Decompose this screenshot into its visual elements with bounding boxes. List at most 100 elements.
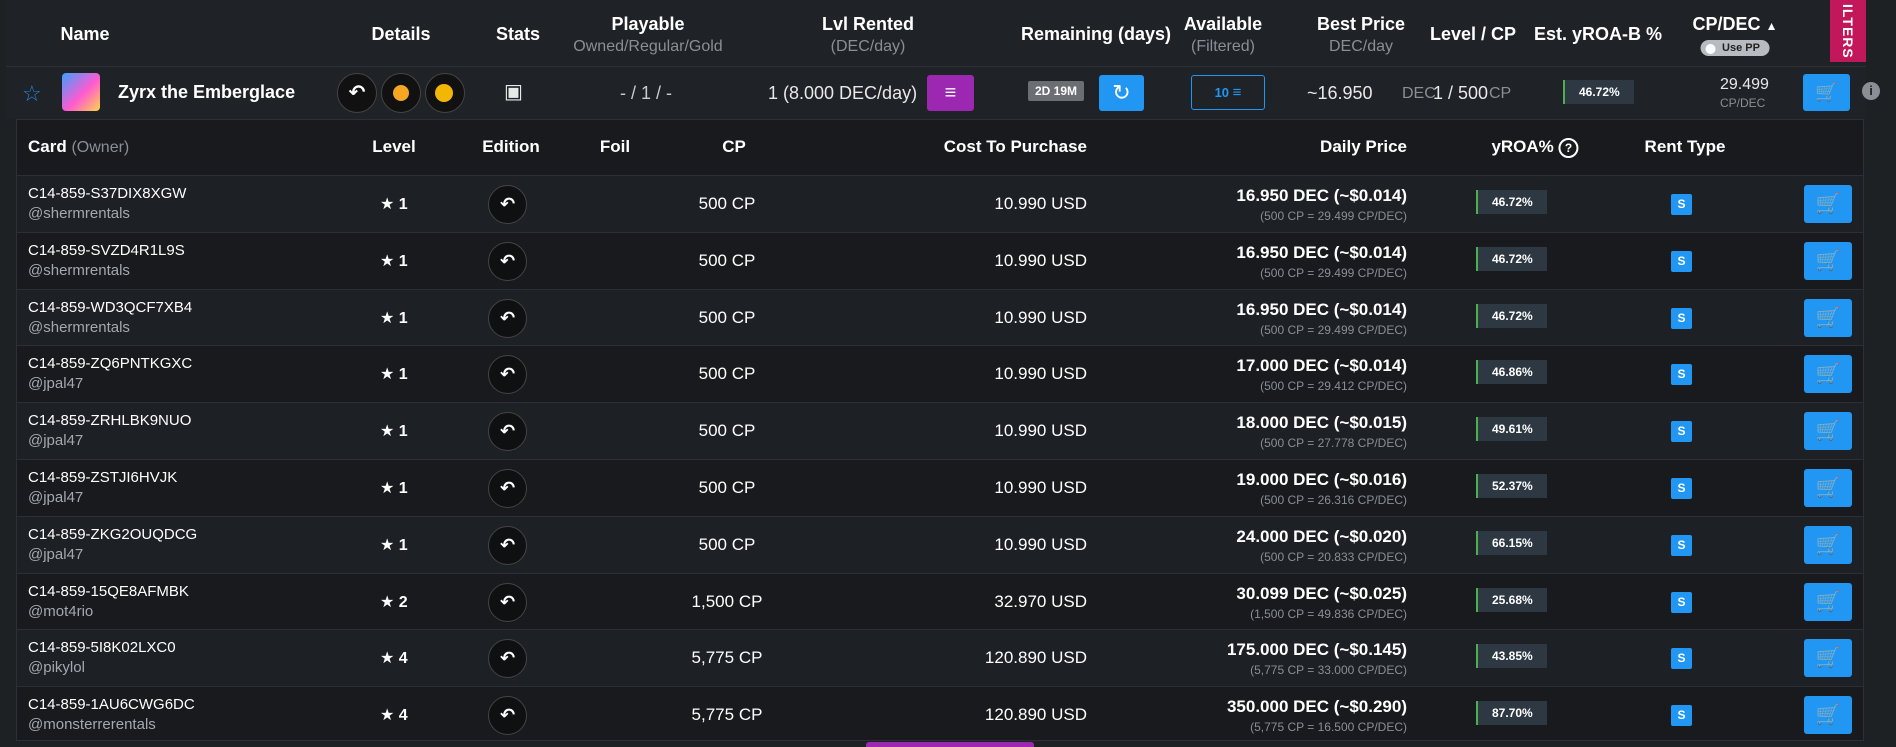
owner-name[interactable]: @jpal47: [28, 489, 83, 506]
table-row[interactable]: C14-859-S37DIX8XGW @shermrentals ★ 1 ↶ 500 C…: [17, 175, 1863, 232]
cart-icon[interactable]: 🛒: [1804, 241, 1852, 280]
card-uid[interactable]: C14-859-WD3QCF7XB4: [28, 299, 192, 316]
best-price-value: ~16.950: [1307, 83, 1373, 103]
table-row[interactable]: C14-859-15QE8AFMBK @mot4rio ★ 2 ↶ 1,500 CP 32…: [17, 572, 1863, 630]
card-uid[interactable]: C14-859-5I8K02LXC0: [28, 639, 176, 656]
owner-name[interactable]: @shermrentals: [28, 262, 130, 279]
level-star-icon: ★: [380, 196, 395, 213]
card-uid[interactable]: C14-859-ZSTJI6HVJK: [28, 469, 177, 486]
header-name[interactable]: Name: [60, 24, 109, 45]
th-yroa[interactable]: yROA% ?: [1491, 137, 1579, 158]
cart-icon[interactable]: 🛒: [1804, 412, 1852, 451]
daily-price: 350.000 DEC (~$0.290): [1226, 697, 1407, 717]
card-uid[interactable]: C14-859-15QE8AFMBK: [28, 583, 189, 600]
edition-icon: ↶: [488, 639, 527, 679]
th-daily-price[interactable]: Daily Price: [1320, 137, 1407, 157]
header-est-yroa[interactable]: Est. yROA-B %: [1534, 24, 1662, 45]
yroa-badge: 43.85%: [1476, 644, 1547, 669]
th-edition[interactable]: Edition: [482, 137, 540, 157]
level-star-icon: ★: [380, 536, 395, 554]
cart-icon[interactable]: 🛒: [1804, 469, 1852, 507]
card-uid[interactable]: C14-859-ZQ6PNTKGXC: [28, 355, 192, 372]
cost-value: 10.990 USD: [994, 307, 1087, 327]
card-uid[interactable]: C14-859-S37DIX8XGW: [28, 185, 186, 202]
use-pp-toggle[interactable]: Use PP: [1700, 40, 1770, 56]
header-available[interactable]: Available (Filtered): [1184, 14, 1262, 56]
refresh-icon[interactable]: ↻: [1099, 75, 1144, 111]
owner-name[interactable]: @mot4rio: [28, 603, 93, 620]
daily-price-detail: (500 CP = 29.499 CP/DEC): [1260, 322, 1407, 337]
th-rent-type[interactable]: Rent Type: [1645, 137, 1726, 157]
header-best-price-sub: DEC/day: [1328, 38, 1394, 55]
yroa-badge: 52.37%: [1476, 474, 1547, 498]
layers-stack-icon[interactable]: ≡: [927, 75, 974, 111]
header-available-sub: (Filtered): [1190, 38, 1255, 55]
card-uid[interactable]: C14-859-ZRHLBK9NUO: [28, 412, 191, 429]
foil-icon[interactable]: [381, 73, 421, 113]
header-cp-dec[interactable]: CP/DEC ▲ Use PP: [1693, 14, 1777, 56]
pagination-tab[interactable]: [866, 742, 1034, 747]
table-row[interactable]: C14-859-1AU6CWG6DC @monsterrerentals ★ 4 ↶ 5…: [17, 686, 1863, 743]
cart-icon[interactable]: 🛒: [1804, 582, 1852, 621]
level-cell: ★ 1: [380, 308, 408, 328]
cart-icon[interactable]: 🛒: [1804, 355, 1852, 394]
edition-icon: ↶: [488, 582, 527, 622]
available-button[interactable]: 10 ≡: [1191, 75, 1265, 110]
th-foil[interactable]: Foil: [600, 137, 630, 157]
card-image[interactable]: [62, 73, 100, 111]
cart-icon[interactable]: 🛒: [1804, 525, 1852, 564]
filters-tab[interactable]: ILTERS: [1830, 0, 1866, 62]
header-level-cp[interactable]: Level / CP: [1430, 24, 1516, 45]
cart-icon[interactable]: 🛒: [1804, 298, 1852, 337]
header-playable[interactable]: Playable Owned/Regular/Gold: [573, 14, 722, 56]
level-value: 2: [398, 593, 408, 611]
owner-name[interactable]: @monsterrerentals: [28, 716, 156, 733]
edition-icon: ↶: [488, 412, 527, 452]
table-row[interactable]: C14-859-ZRHLBK9NUO @jpal47 ★ 1 ↶ 500 CP 10.99…: [17, 402, 1863, 460]
level-value: 1: [398, 423, 408, 441]
owner-name[interactable]: @shermrentals: [28, 319, 130, 336]
cart-icon[interactable]: 🛒: [1804, 185, 1852, 223]
table-row[interactable]: C14-859-ZQ6PNTKGXC @jpal47 ★ 1 ↶ 500 CP 10.99…: [17, 345, 1863, 402]
help-icon[interactable]: ?: [1558, 137, 1579, 158]
table-row[interactable]: C14-859-SVZD4R1L9S @shermrentals ★ 1 ↶ 500 C…: [17, 231, 1863, 289]
level-cell: ★ 1: [380, 421, 408, 441]
card-uid[interactable]: C14-859-SVZD4R1L9S: [28, 242, 185, 259]
owner-name[interactable]: @jpal47: [28, 375, 83, 392]
table-row[interactable]: C14-859-ZKG2OUQDCG @jpal47 ★ 1 ↶ 500 CP 10.99…: [17, 515, 1863, 573]
th-level[interactable]: Level: [372, 137, 415, 157]
th-cost[interactable]: Cost To Purchase: [944, 137, 1087, 157]
gold-coin-icon: [435, 84, 453, 102]
lvl-rented-value: 1 (8.000 DEC/day): [768, 83, 918, 103]
favorite-star-icon[interactable]: ☆: [22, 81, 42, 107]
cost-value: 10.990 USD: [994, 194, 1087, 213]
th-cp[interactable]: CP: [722, 137, 746, 157]
card-uid[interactable]: C14-859-1AU6CWG6DC: [28, 696, 195, 713]
level-star-icon: ★: [380, 309, 395, 327]
card-name[interactable]: Zyrx the Emberglace: [118, 82, 295, 103]
cart-icon[interactable]: 🛒: [1804, 639, 1852, 678]
th-card-label: Card: [28, 137, 67, 156]
card-uid[interactable]: C14-859-ZKG2OUQDCG: [28, 526, 197, 543]
owner-name[interactable]: @pikylol: [28, 659, 85, 676]
card-summary-row[interactable]: ☆ Zyrx the Emberglace ↶ ▣ - / 1 / - 1 (8…: [6, 66, 1866, 119]
daily-price-detail: (500 CP = 29.499 CP/DEC): [1260, 265, 1407, 280]
owner-name[interactable]: @shermrentals: [28, 205, 130, 222]
cart-icon[interactable]: 🛒: [1803, 74, 1850, 111]
edition-icon[interactable]: ↶: [337, 73, 377, 113]
table-row[interactable]: C14-859-WD3QCF7XB4 @shermrentals ★ 1 ↶ 500 C…: [17, 288, 1863, 346]
header-remaining[interactable]: Remaining (days): [1021, 24, 1171, 45]
gold-foil-icon[interactable]: [425, 73, 465, 113]
th-card[interactable]: Card (Owner): [28, 137, 129, 157]
owner-name[interactable]: @jpal47: [28, 432, 83, 449]
daily-price-detail: (500 CP = 27.778 CP/DEC): [1260, 436, 1407, 451]
info-icon[interactable]: i: [1862, 82, 1880, 100]
cart-icon[interactable]: 🛒: [1804, 696, 1852, 735]
header-lvl-rented[interactable]: Lvl Rented (DEC/day): [822, 14, 914, 56]
table-row[interactable]: C14-859-5I8K02LXC0 @pikylol ★ 4 ↶ 5,775 CP 12…: [17, 629, 1863, 687]
header-best-price[interactable]: Best Price DEC/day: [1317, 14, 1405, 56]
stats-icon[interactable]: ▣: [504, 79, 523, 104]
rent-type-badge: S: [1671, 421, 1692, 443]
table-row[interactable]: C14-859-ZSTJI6HVJK @jpal47 ★ 1 ↶ 500 CP 10.99…: [17, 459, 1863, 516]
owner-name[interactable]: @jpal47: [28, 546, 83, 563]
